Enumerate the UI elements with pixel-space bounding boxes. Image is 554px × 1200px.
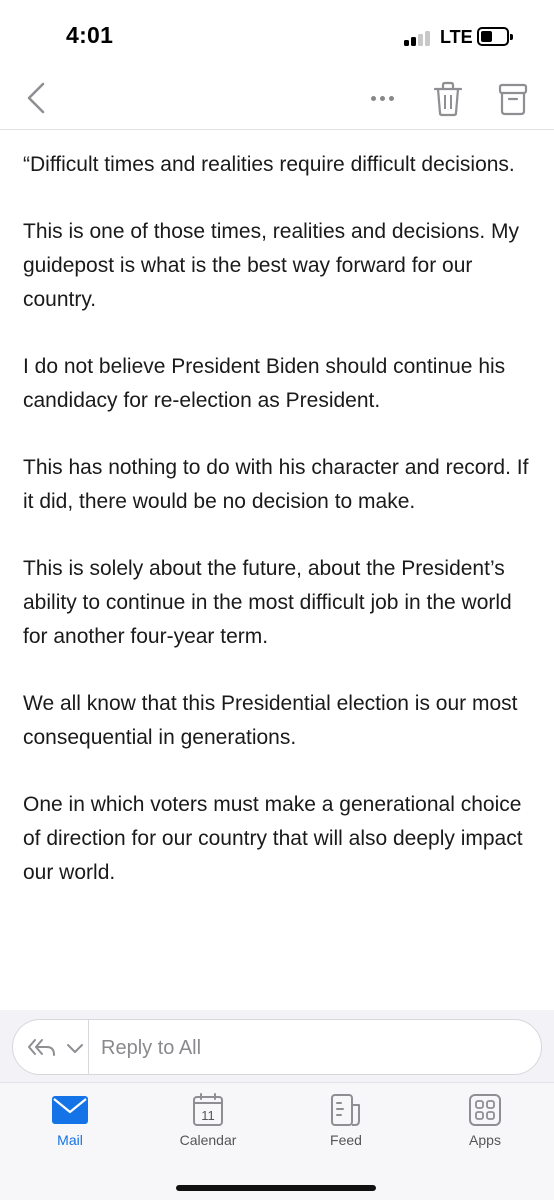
tab-apps[interactable]: Apps — [440, 1093, 530, 1155]
calendar-icon: 11 — [193, 1093, 223, 1126]
archive-icon — [498, 83, 528, 116]
status-time: 4:01 — [66, 22, 114, 48]
reply-options-button[interactable] — [27, 1030, 89, 1066]
tab-mail[interactable]: Mail — [25, 1093, 115, 1155]
delete-button[interactable] — [432, 80, 464, 118]
email-body: “Difficult times and realities require d… — [23, 148, 533, 923]
reply-input[interactable] — [101, 1033, 521, 1063]
home-indicator[interactable] — [176, 1185, 376, 1191]
email-paragraph: This has nothing to do with his characte… — [23, 456, 529, 513]
tab-label: Feed — [330, 1132, 362, 1148]
status-bar: 4:01 LTE — [0, 0, 554, 76]
mail-icon — [52, 1096, 88, 1124]
apps-icon — [469, 1094, 501, 1126]
email-paragraph: I do not believe President Biden should … — [23, 355, 506, 412]
battery-icon — [477, 27, 513, 46]
email-toolbar — [0, 76, 554, 130]
signal-icon — [404, 31, 434, 46]
email-paragraph: This is one of those times, realities an… — [23, 220, 520, 311]
chevron-down-icon — [67, 1044, 83, 1053]
tab-bar: Mail 11 Calendar Feed Apps — [0, 1082, 554, 1200]
tab-calendar[interactable]: 11 Calendar — [163, 1093, 253, 1155]
divider — [88, 1020, 89, 1074]
chevron-left-icon — [27, 82, 45, 114]
feed-icon — [331, 1094, 360, 1126]
email-paragraph: One in which voters must make a generati… — [23, 793, 523, 884]
archive-button[interactable] — [497, 80, 529, 118]
email-paragraph: “Difficult times and realities require d… — [23, 153, 515, 176]
email-paragraph: This is solely about the future, about t… — [23, 557, 512, 648]
trash-icon — [433, 81, 463, 117]
back-button[interactable] — [18, 78, 54, 118]
reply-box — [12, 1019, 542, 1075]
tab-label: Apps — [469, 1132, 501, 1148]
ellipsis-icon — [370, 95, 376, 101]
reply-all-icon — [28, 1039, 55, 1056]
more-options-button[interactable] — [362, 84, 402, 112]
email-paragraph: We all know that this Presidential elect… — [23, 692, 518, 749]
calendar-day: 11 — [201, 1108, 215, 1123]
reply-bar — [0, 1010, 554, 1082]
tab-label: Mail — [57, 1132, 83, 1148]
tab-label: Calendar — [179, 1132, 237, 1148]
network-type: LTE — [440, 27, 473, 47]
tab-feed[interactable]: Feed — [301, 1093, 391, 1155]
